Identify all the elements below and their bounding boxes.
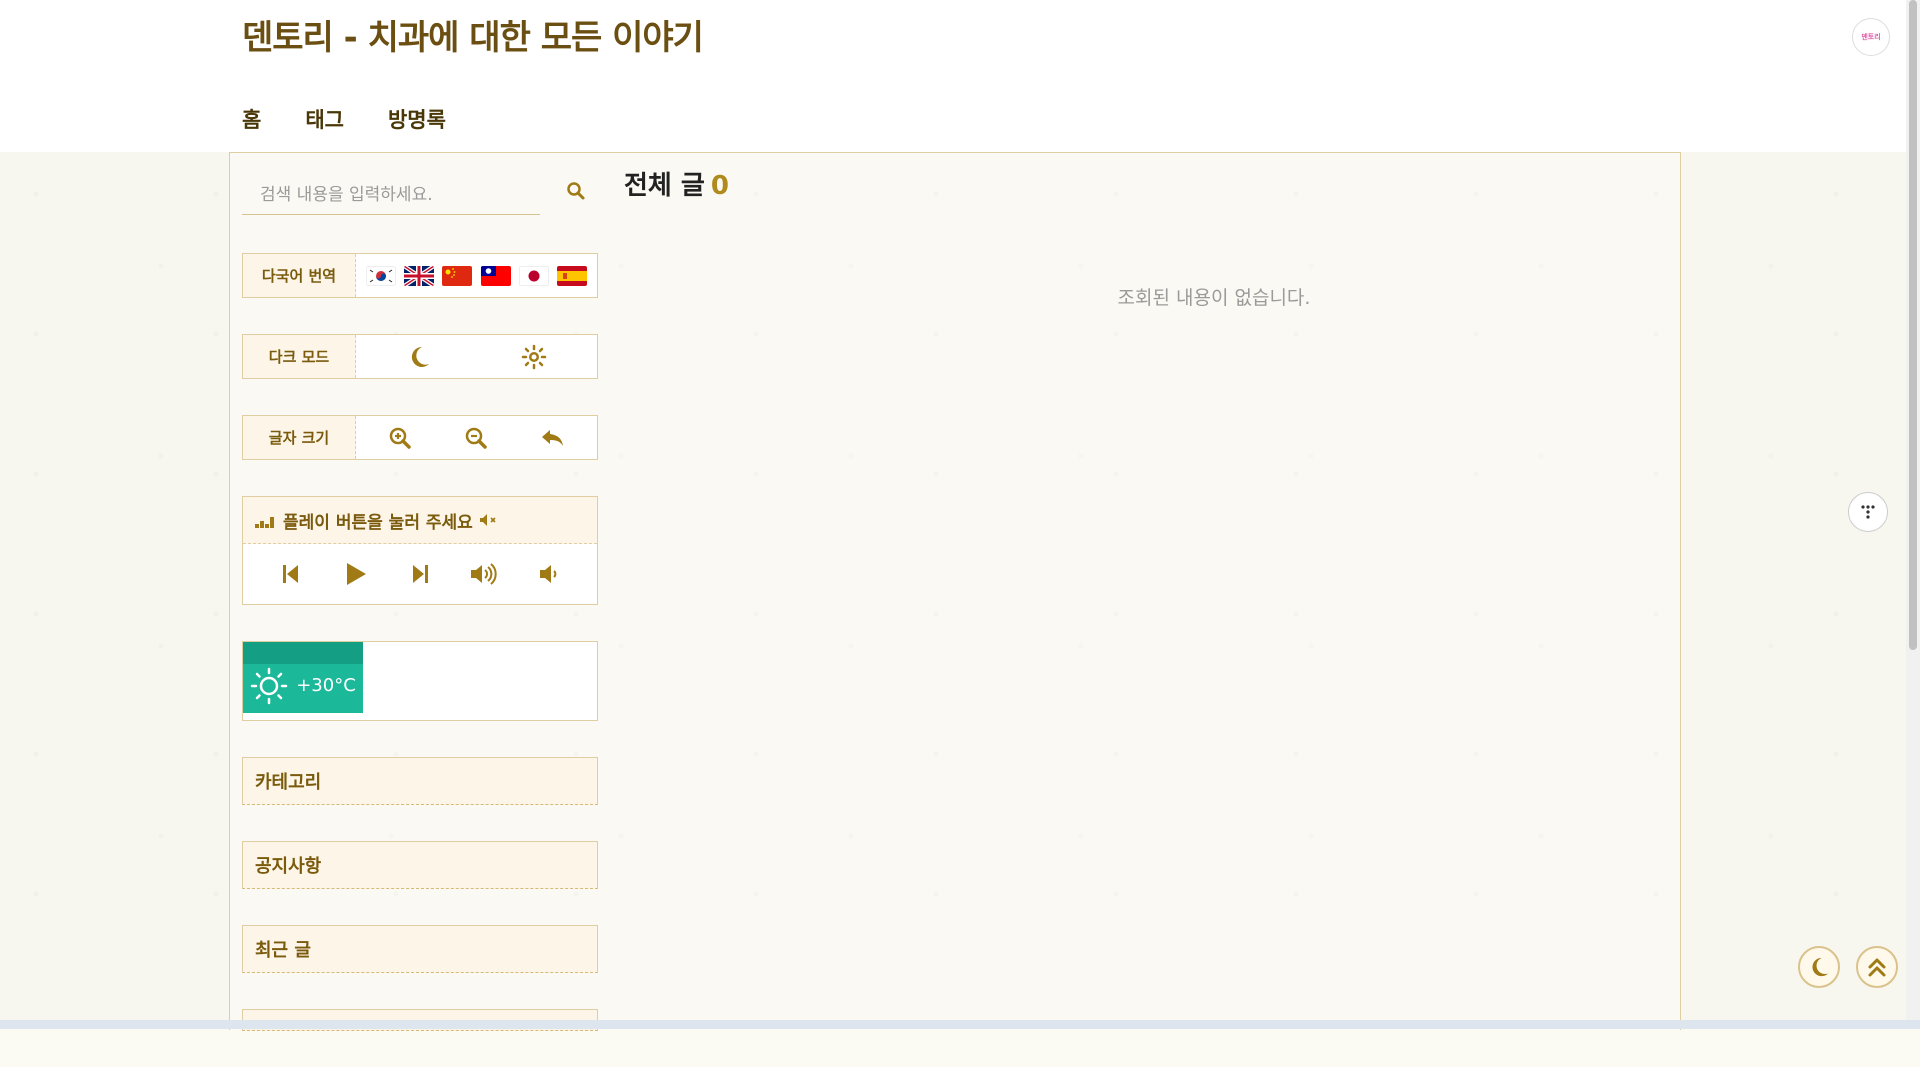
page-title: 전체 글0 <box>624 165 1680 202</box>
flag-korea-icon[interactable] <box>366 265 397 286</box>
search-button[interactable] <box>566 181 590 205</box>
scrollbar-thumb[interactable] <box>1909 0 1917 650</box>
search-bar <box>242 167 598 217</box>
light-mode-button[interactable] <box>518 341 550 373</box>
avatar[interactable]: 덴토리 <box>1852 18 1890 56</box>
moon-icon <box>412 346 430 367</box>
flag-taiwan-icon[interactable] <box>480 265 511 286</box>
page-title-text: 전체 글 <box>624 171 705 201</box>
search-input[interactable] <box>242 175 540 215</box>
play-button[interactable] <box>340 558 372 590</box>
translate-flags <box>356 254 597 297</box>
zoom-in-button[interactable] <box>384 422 416 454</box>
post-count: 0 <box>710 171 729 201</box>
undo-icon <box>541 429 563 446</box>
site-header: 덴토리 - 치과에 대한 모든 이야기 홈 태그 방명록 덴토리 <box>0 0 1920 152</box>
player-status-text: 플레이 버튼을 눌러 주세요 <box>283 512 473 533</box>
volume-down-button[interactable] <box>533 558 565 590</box>
dark-mode-options <box>356 335 597 378</box>
next-icon <box>412 565 428 583</box>
flag-china-icon[interactable] <box>442 265 473 286</box>
main-nav: 홈 태그 방명록 <box>242 104 446 134</box>
dark-mode-label: 다크 모드 <box>243 335 356 378</box>
previous-icon <box>283 565 299 583</box>
volume-up-button[interactable] <box>468 558 500 590</box>
avatar-logo-text: 덴토리 <box>1861 33 1881 41</box>
category-box[interactable]: 카테고리 <box>242 757 598 805</box>
dark-mode-on-button[interactable] <box>403 341 435 373</box>
content-container: 다국어 번역 <box>229 152 1681 1031</box>
table-of-contents-button[interactable] <box>1848 492 1888 532</box>
zoom-out-button[interactable] <box>460 422 492 454</box>
scroll-to-top-button[interactable] <box>1856 946 1898 988</box>
volume-down-icon <box>539 565 557 583</box>
floating-dark-mode-button[interactable] <box>1798 946 1840 988</box>
music-player: 플레이 버튼을 눌러 주세요 <box>242 496 598 605</box>
sidebar: 다국어 번역 <box>242 167 598 1067</box>
mute-status-icon <box>479 514 496 526</box>
play-icon <box>346 563 366 585</box>
nav-item-tag[interactable]: 태그 <box>305 104 344 134</box>
zoom-in-icon <box>389 427 411 449</box>
weather-tile: +30°C <box>243 642 363 713</box>
dark-mode-widget: 다크 모드 <box>242 334 598 379</box>
font-size-widget: 글자 크기 <box>242 415 598 460</box>
flag-japan-icon[interactable] <box>518 265 549 286</box>
scrollbar[interactable] <box>1906 0 1920 1020</box>
zoom-out-icon <box>466 427 488 449</box>
nav-item-guestbook[interactable]: 방명록 <box>388 104 446 134</box>
font-size-label: 글자 크기 <box>243 416 356 459</box>
weather-sun-icon <box>250 667 288 704</box>
translate-widget: 다국어 번역 <box>242 253 598 298</box>
weather-temperature: +30°C <box>296 675 356 696</box>
reset-font-button[interactable] <box>537 422 569 454</box>
font-size-options <box>356 416 597 459</box>
dots-menu-icon <box>1861 505 1875 519</box>
previous-track-button[interactable] <box>275 558 307 590</box>
next-track-button[interactable] <box>404 558 436 590</box>
notice-box[interactable]: 공지사항 <box>242 841 598 889</box>
player-controls <box>243 544 597 604</box>
flag-spain-icon[interactable] <box>556 265 587 286</box>
weather-widget: +30°C <box>242 641 598 721</box>
weather-tile-header <box>243 642 363 664</box>
site-title[interactable]: 덴토리 - 치과에 대한 모든 이야기 <box>242 10 704 59</box>
equalizer-icon <box>255 517 274 528</box>
translate-label: 다국어 번역 <box>243 254 356 297</box>
sun-icon <box>521 344 546 369</box>
flag-uk-icon[interactable] <box>404 265 435 286</box>
main-content: 전체 글0 조회된 내용이 없습니다. <box>624 165 1680 309</box>
search-icon <box>567 182 585 200</box>
moon-icon <box>1812 957 1829 977</box>
volume-up-icon <box>471 563 498 585</box>
recent-posts-box[interactable]: 최근 글 <box>242 925 598 973</box>
player-header: 플레이 버튼을 눌러 주세요 <box>243 497 597 544</box>
nav-item-home[interactable]: 홈 <box>242 104 261 134</box>
taskbar-strip <box>0 1020 1920 1029</box>
double-chevron-up-icon <box>1868 958 1886 977</box>
empty-message: 조회된 내용이 없습니다. <box>1117 287 1311 309</box>
